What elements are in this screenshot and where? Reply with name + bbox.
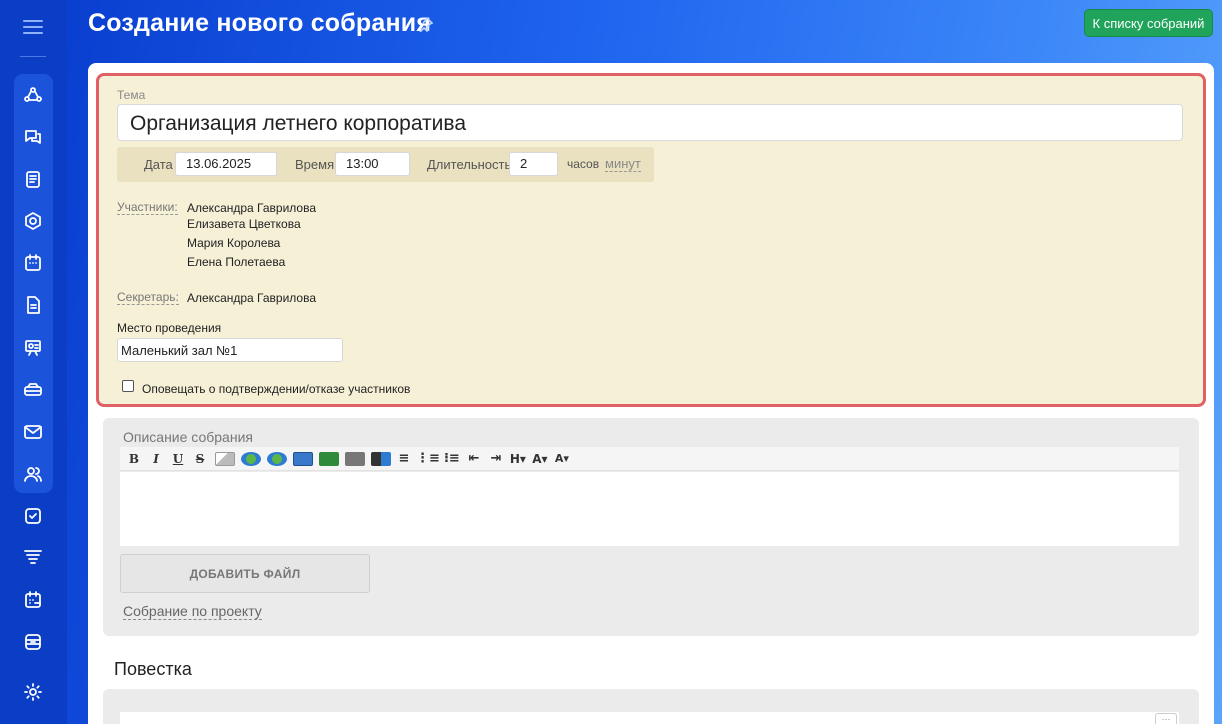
mail-icon[interactable] — [21, 420, 45, 444]
link-icon[interactable] — [241, 451, 261, 466]
editor-toolbar: B I U S ≡ ⋮≡ ⁝≡ ⇤ ⇥ H▾ A▾ A▾ — [120, 447, 1179, 471]
duration-label: Длительность — [427, 157, 512, 172]
font-color-icon[interactable] — [371, 451, 391, 466]
chat-icon[interactable] — [21, 125, 45, 149]
date-label: Дата — [144, 157, 173, 172]
time-input[interactable]: 13:00 — [335, 152, 410, 176]
align-icon[interactable]: ≡ — [394, 450, 414, 468]
description-label: Описание собрания — [123, 429, 253, 445]
agenda-options-button[interactable]: ··· — [1155, 713, 1177, 724]
users-icon[interactable] — [21, 462, 45, 486]
image-icon[interactable] — [293, 451, 313, 466]
heading-button[interactable]: H▾ — [508, 450, 528, 468]
hours-label: часов — [567, 157, 600, 171]
strikethrough-button[interactable]: S — [190, 450, 210, 468]
unlink-icon[interactable] — [267, 451, 287, 466]
place-input[interactable]: Маленький зал №1 — [117, 338, 343, 362]
font-style-button[interactable]: A▾ — [552, 450, 572, 468]
underline-button[interactable]: U — [168, 450, 188, 468]
archive-icon[interactable] — [21, 630, 45, 654]
bold-button[interactable]: B — [124, 450, 144, 468]
description-editor[interactable] — [120, 472, 1179, 546]
participant-item: Мария Королева — [187, 236, 281, 250]
topic-label: Тема — [117, 88, 146, 102]
pin-icon[interactable] — [418, 16, 434, 34]
sidebar-divider — [20, 56, 46, 57]
tasks-icon[interactable] — [21, 504, 45, 528]
minutes-link[interactable]: минут — [605, 157, 641, 172]
file-icon[interactable] — [21, 293, 45, 317]
participant-item: Александра Гаврилова — [187, 201, 317, 215]
video-icon[interactable] — [319, 451, 339, 466]
participants-link[interactable]: Участники: — [117, 200, 178, 215]
secretary-link[interactable]: Секретарь: — [117, 290, 179, 305]
page-title: Создание нового собрания — [88, 9, 432, 37]
participant-item: Елена Полетаева — [187, 255, 286, 269]
unordered-list-icon[interactable]: ⁝≡ — [442, 450, 462, 468]
settings-icon[interactable] — [21, 680, 45, 704]
place-label: Место проведения — [117, 321, 222, 335]
project-meeting-link[interactable]: Собрание по проекту — [123, 603, 262, 620]
secretary-value: Александра Гаврилова — [187, 291, 317, 305]
italic-button[interactable]: I — [146, 450, 166, 468]
participant-item: Елизавета Цветкова — [187, 217, 301, 231]
agenda-title: Повестка — [114, 659, 192, 679]
time-label: Время — [295, 157, 335, 172]
font-size-button[interactable]: A▾ — [530, 450, 550, 468]
menu-icon[interactable] — [23, 20, 43, 36]
eraser-icon[interactable] — [215, 451, 235, 466]
presentation-icon[interactable] — [21, 336, 45, 360]
notify-checkbox[interactable] — [122, 380, 134, 392]
document-icon[interactable] — [21, 167, 45, 191]
duration-input[interactable]: 2 — [509, 152, 558, 176]
sidebar — [0, 0, 67, 724]
crm-icon[interactable] — [21, 84, 45, 108]
date-input[interactable]: 13.06.2025 — [175, 152, 277, 176]
schedule-icon[interactable] — [21, 588, 45, 612]
notify-label: Оповещать о подтверждении/отказе участни… — [142, 382, 411, 396]
paste-icon[interactable] — [345, 451, 365, 466]
ordered-list-icon[interactable]: ⋮≡ — [416, 450, 440, 468]
add-file-button[interactable]: ДОБАВИТЬ ФАЙЛ — [120, 554, 370, 593]
back-to-list-button[interactable]: К списку собраний — [1084, 9, 1213, 37]
indent-icon[interactable]: ⇥ — [486, 450, 506, 468]
topic-input[interactable]: Организация летнего корпоратива — [117, 104, 1183, 141]
calendar-icon[interactable] — [21, 251, 45, 275]
outdent-icon[interactable]: ⇤ — [464, 450, 484, 468]
hexagon-icon[interactable] — [21, 209, 45, 233]
drive-icon[interactable] — [21, 378, 45, 402]
funnel-icon[interactable] — [21, 546, 45, 570]
agenda-input[interactable] — [120, 712, 1179, 724]
